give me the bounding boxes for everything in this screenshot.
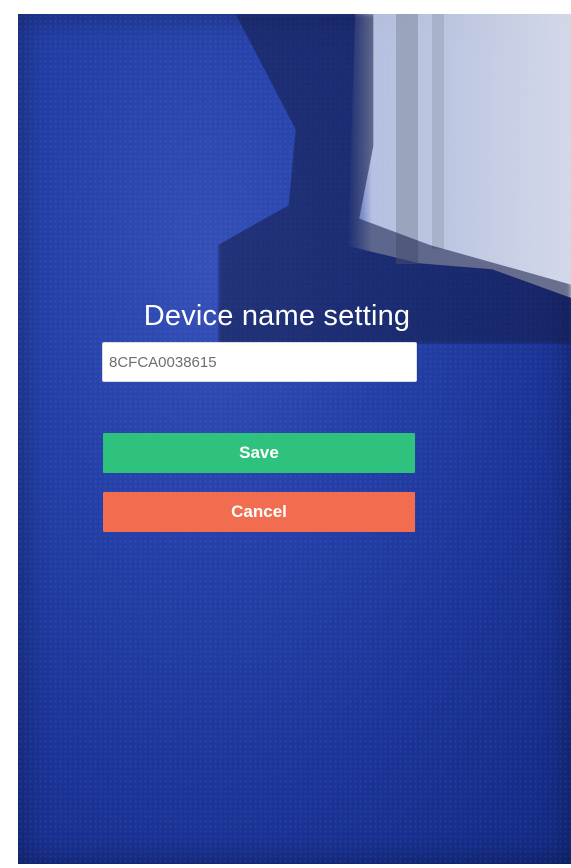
save-button[interactable]: Save: [103, 433, 415, 473]
cancel-button[interactable]: Cancel: [103, 492, 415, 532]
device-name-input[interactable]: [102, 342, 417, 382]
window-frame-reflection: [396, 14, 418, 264]
tv-screen: Device name setting Save Cancel: [18, 14, 571, 864]
photo-frame: Device name setting Save Cancel: [0, 0, 571, 868]
window-frame-reflection-secondary: [432, 14, 444, 249]
dialog-title: Device name setting: [143, 300, 411, 332]
